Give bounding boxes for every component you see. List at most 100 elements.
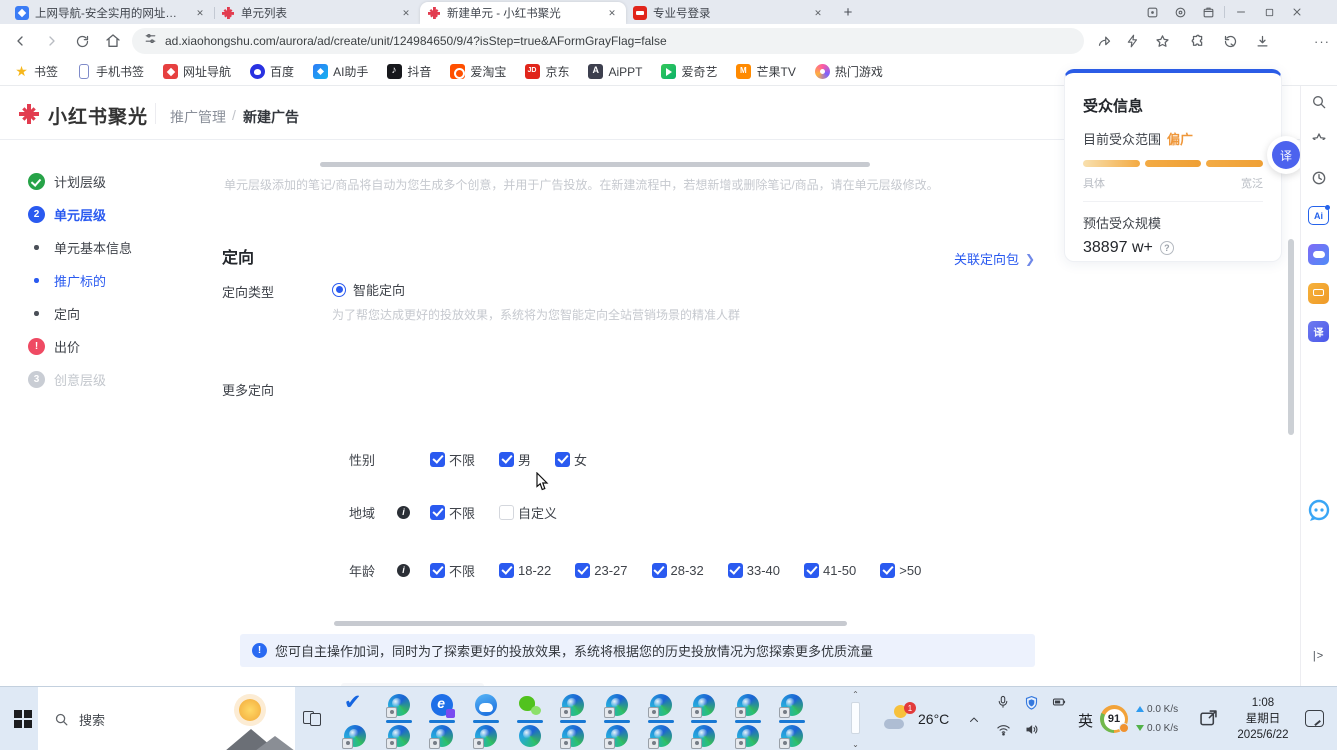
rail-search-icon[interactable] (1308, 91, 1329, 112)
translate-float-button[interactable]: 译 (1272, 141, 1300, 169)
bookmark-item[interactable]: 手机书签 (77, 63, 144, 80)
browser-tab[interactable]: 上网导航-安全实用的网址导航 ✕ (8, 2, 214, 24)
edge-app-icon[interactable] (562, 694, 584, 716)
checked-checkbox-icon[interactable] (728, 563, 743, 578)
bookmark-item[interactable]: 书签 (14, 63, 58, 80)
edge-app-icon[interactable] (650, 694, 672, 716)
checkbox-option[interactable]: 28-32 (652, 563, 704, 578)
maximize-button[interactable] (1255, 0, 1283, 24)
bookmark-item[interactable]: AiPPT (588, 64, 642, 79)
edge-app-icon[interactable] (388, 694, 410, 716)
notification-center-icon[interactable] (1305, 710, 1324, 727)
network-speed[interactable]: 0.0 K/s 0.0 K/s (1136, 700, 1178, 738)
tab-close-icon[interactable]: ✕ (399, 6, 413, 20)
bookmark-item[interactable]: 热门游戏 (815, 63, 883, 80)
weather-icon[interactable]: 1 (884, 705, 912, 731)
rail-translate-icon[interactable]: 译 (1308, 321, 1329, 342)
taskbar-app[interactable] (551, 690, 595, 720)
edge-app-icon[interactable] (606, 725, 628, 747)
taskbar-app[interactable] (726, 721, 770, 750)
checkbox-option[interactable]: 男 (499, 450, 531, 469)
checked-checkbox-icon[interactable] (555, 452, 570, 467)
checkbox-option[interactable]: 18-22 (499, 563, 551, 578)
security-score-badge[interactable]: 91 (1100, 705, 1128, 733)
history-icon[interactable] (1220, 31, 1240, 51)
sidebar-step[interactable]: 定向 (28, 304, 132, 323)
checkbox-option[interactable]: >50 (880, 563, 921, 578)
taskbar-clock[interactable]: 1:08 星期日 2025/6/22 (1226, 695, 1300, 743)
browser-tab[interactable]: 专业号登录 ✕ (626, 2, 832, 24)
refresh-button[interactable] (72, 31, 92, 51)
rail-chat-assistant-icon[interactable] (1306, 498, 1332, 524)
taskbar-app[interactable] (639, 721, 683, 750)
hidden-icons-chevron[interactable] (968, 713, 980, 725)
checkbox-option[interactable]: 不限 (430, 561, 475, 580)
edge-app-icon[interactable] (693, 725, 715, 747)
url-text[interactable]: ad.xiaohongshu.com/aurora/ad/create/unit… (165, 34, 667, 48)
qq-browser-app-icon[interactable] (475, 694, 497, 716)
sidebar-step[interactable]: ! 出价 (28, 337, 132, 356)
temperature-text[interactable]: 26°C (918, 711, 949, 727)
taskbar-app[interactable] (377, 690, 421, 720)
edge-app-icon[interactable] (781, 725, 803, 747)
security-shield-icon[interactable] (1022, 693, 1040, 711)
edge-app-icon[interactable] (737, 694, 759, 716)
taskbar-app[interactable] (683, 721, 727, 750)
share-icon[interactable] (1094, 31, 1114, 51)
taskbar-app[interactable] (333, 721, 377, 750)
workspace-box-icon[interactable] (1194, 0, 1222, 24)
rail-games-icon[interactable] (1308, 244, 1329, 265)
checked-checkbox-icon[interactable] (652, 563, 667, 578)
more-menu-icon[interactable]: ··· (1312, 31, 1332, 51)
edge-app-icon[interactable] (737, 725, 759, 747)
taskbar-app[interactable] (508, 721, 552, 750)
taskbar-app[interactable] (726, 690, 770, 720)
bookmark-item[interactable]: 百度 (250, 63, 294, 80)
task-view-icon[interactable] (303, 710, 323, 728)
site-info-icon[interactable] (144, 32, 157, 50)
checkbox-option[interactable]: 自定义 (499, 503, 557, 522)
sidebar-step[interactable]: 2 单元层级 (28, 205, 132, 224)
edge-app-icon[interactable] (388, 725, 410, 747)
taskbar-app[interactable] (420, 690, 464, 720)
bookmark-item[interactable]: 京东 (525, 63, 569, 80)
edge-app-icon[interactable] (693, 694, 715, 716)
volume-icon[interactable] (1022, 720, 1040, 738)
taskbar-app[interactable] (770, 721, 814, 750)
checked-checkbox-icon[interactable] (430, 563, 445, 578)
bookmark-item[interactable]: 爱淘宝 (450, 63, 506, 80)
scroll-thumb[interactable] (851, 702, 860, 734)
bookmark-item[interactable]: 抖音 (387, 63, 431, 80)
checked-checkbox-icon[interactable] (575, 563, 590, 578)
rail-ai-icon[interactable]: Ai (1308, 206, 1329, 225)
downloads-icon[interactable] (1252, 31, 1272, 51)
bookmark-item[interactable]: 网址导航 (163, 63, 231, 80)
home-button[interactable] (103, 31, 123, 51)
taskbar-search[interactable]: 搜索 (38, 687, 295, 750)
checked-checkbox-icon[interactable] (804, 563, 819, 578)
checked-checkbox-icon[interactable] (499, 452, 514, 467)
checked-checkbox-icon[interactable] (499, 563, 514, 578)
lightning-icon[interactable] (1123, 31, 1143, 51)
wechat-app-icon[interactable] (519, 694, 541, 716)
edge-plain-app-icon[interactable] (519, 725, 541, 747)
checkbox-option[interactable]: 41-50 (804, 563, 856, 578)
breadcrumb-promotion-management[interactable]: 推广管理 (170, 107, 226, 127)
screenshot-tool-icon[interactable] (1198, 708, 1219, 729)
browser-tab[interactable]: 新建单元 - 小红书聚光 ✕ (420, 2, 626, 24)
edge-app-icon[interactable] (431, 725, 453, 747)
bookmark-star-icon[interactable] (1152, 31, 1172, 51)
horizontal-scrollbar-thumb[interactable] (334, 621, 847, 626)
taskbar-app[interactable] (508, 690, 552, 720)
address-bar[interactable]: ad.xiaohongshu.com/aurora/ad/create/unit… (132, 28, 1084, 54)
taskbar-scrollbar[interactable]: ⌃ ⌄ (849, 689, 862, 749)
taskbar-app[interactable] (420, 721, 464, 750)
checkbox-option[interactable]: 33-40 (728, 563, 780, 578)
new-tab-button[interactable]: + (838, 2, 858, 22)
browser-profile-icon[interactable] (1166, 0, 1194, 24)
bookmark-item[interactable]: 爱奇艺 (661, 63, 717, 80)
vertical-scrollbar-thumb[interactable] (1288, 239, 1294, 435)
taskbar-app[interactable] (595, 690, 639, 720)
radio-selected-icon[interactable] (332, 283, 346, 297)
browser-2345-app-icon[interactable] (431, 694, 453, 716)
